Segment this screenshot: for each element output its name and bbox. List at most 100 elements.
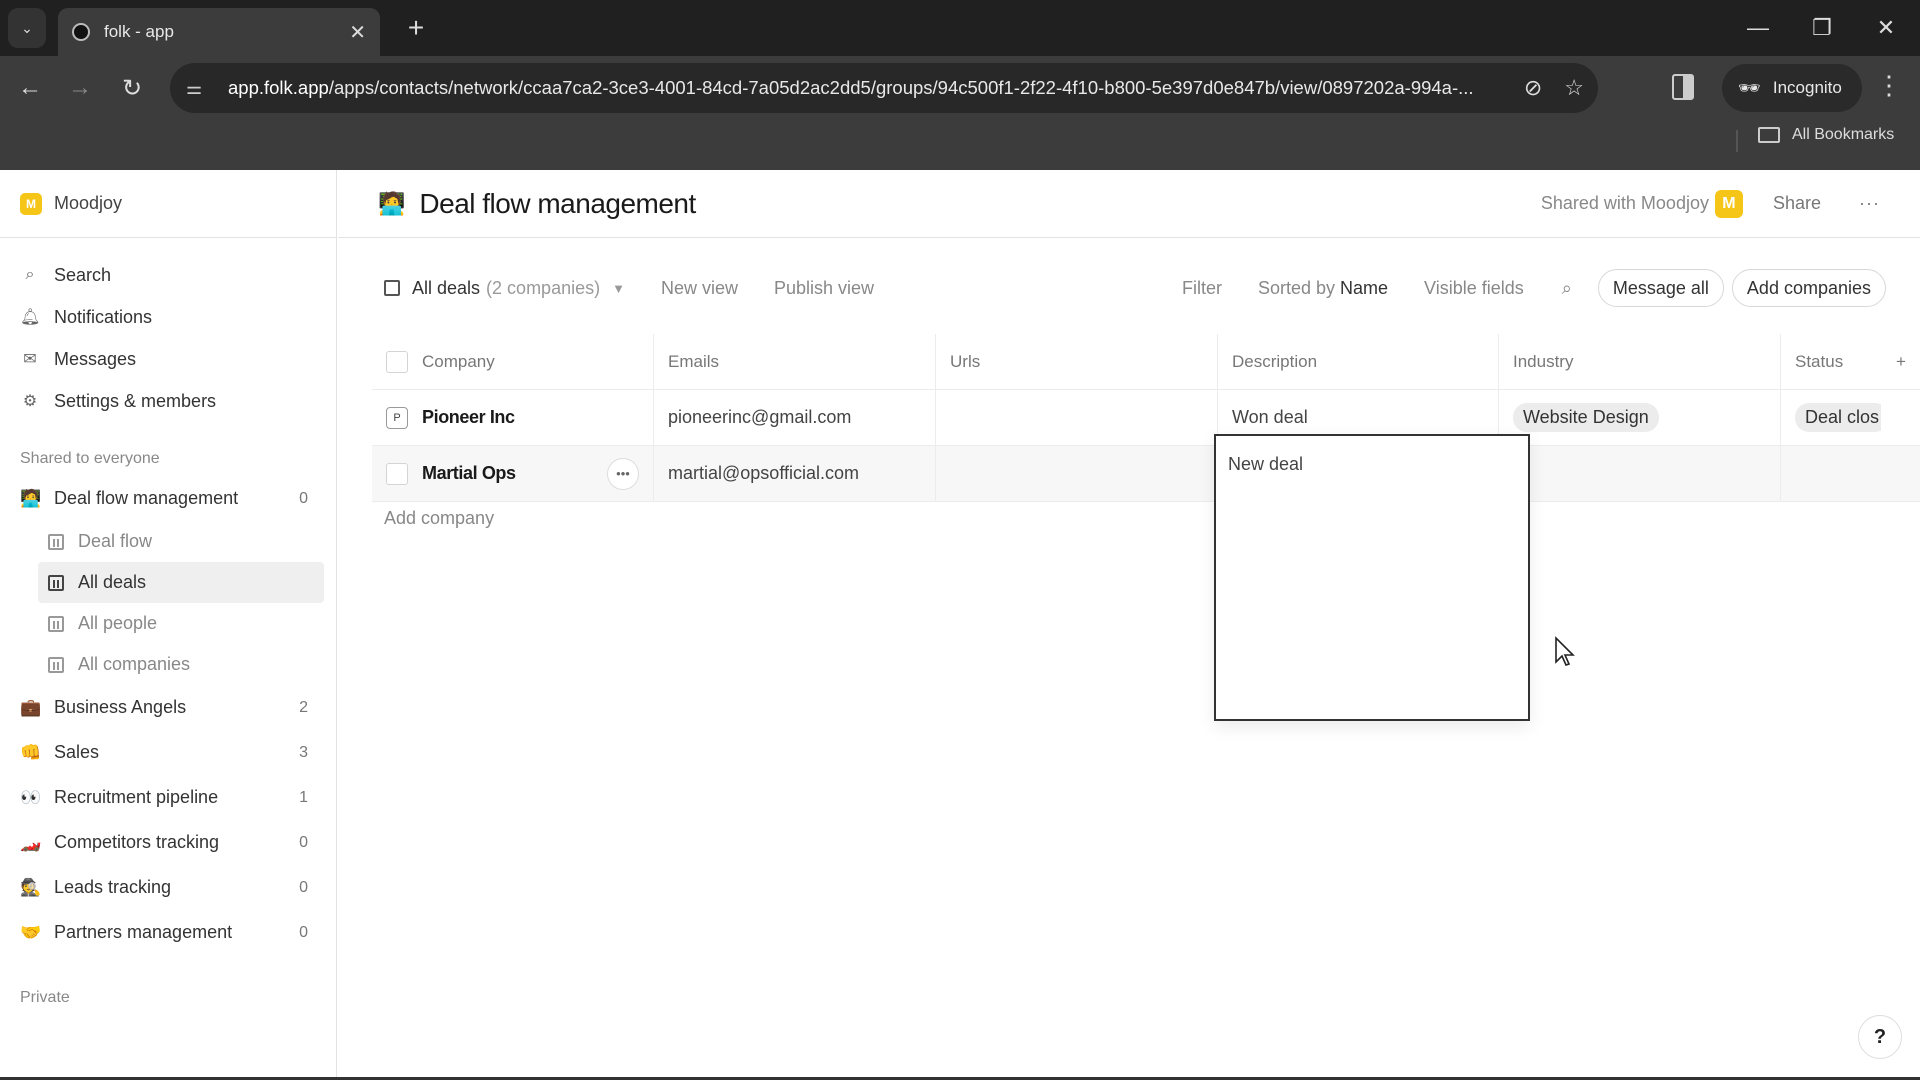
forward-button[interactable]: → (60, 68, 100, 108)
view-all-people[interactable]: All people (38, 603, 324, 644)
table-view-icon (48, 615, 64, 632)
group-deal-flow-management[interactable]: 🧑‍💻 Deal flow management 0 (0, 476, 336, 521)
column-header-urls[interactable]: Urls (936, 334, 1218, 389)
cell-url[interactable] (936, 446, 1218, 501)
sort-button[interactable]: Sorted by Name (1258, 278, 1388, 299)
add-column-button[interactable]: + (1881, 334, 1920, 389)
visible-fields-button[interactable]: Visible fields (1424, 278, 1524, 299)
column-label: Industry (1513, 351, 1574, 371)
restore-button[interactable]: ❐ (1802, 10, 1842, 46)
sidebar-item-label: Notifications (54, 306, 153, 327)
new-tab-button[interactable]: + (398, 10, 434, 46)
browser-tab[interactable]: folk - app ✕ (58, 8, 380, 56)
more-options-button[interactable]: ··· (1859, 193, 1880, 214)
view-deal-flow[interactable]: Deal flow (38, 521, 324, 562)
reload-button[interactable]: ↻ (112, 68, 152, 108)
tab-search-button[interactable]: ⌄ (8, 8, 46, 48)
table-row[interactable]: P Pioneer Inc pioneerinc@gmail.com Won de… (372, 390, 1920, 446)
search-icon[interactable]: ⌕ (1562, 278, 1572, 299)
tab-strip: ⌄ folk - app ✕ + — ❐ ✕ (0, 0, 1920, 56)
cell-email[interactable]: pioneerinc@gmail.com (654, 390, 936, 445)
sidebar-item-settings[interactable]: ⚙ Settings & members (0, 380, 336, 422)
cell-status[interactable] (1781, 446, 1881, 501)
sort-prefix: Sorted by (1257, 277, 1336, 298)
group-business-angels[interactable]: 💼 Business Angels 2 (0, 685, 336, 730)
sidebar-item-notifications[interactable]: 🔔︎ Notifications (0, 296, 336, 338)
site-info-icon[interactable]: ⚌ (186, 78, 216, 99)
row-checkbox[interactable] (386, 462, 408, 485)
column-header-company[interactable]: Company (372, 334, 654, 389)
add-company-button[interactable]: Add company (384, 508, 494, 529)
side-panel-icon[interactable] (1672, 74, 1694, 100)
view-label: All deals (78, 572, 147, 592)
group-competitors-tracking[interactable]: 🏎️ Competitors tracking 0 (0, 820, 336, 865)
shared-section-label: Shared to everyone (20, 450, 160, 467)
share-button[interactable]: Share (1773, 193, 1821, 214)
close-window-button[interactable]: ✕ (1866, 10, 1906, 46)
description-editor[interactable]: New deal (1214, 434, 1530, 721)
eye-off-icon[interactable]: ⊘ (1524, 75, 1542, 101)
tab-title: folk - app (104, 22, 174, 41)
filter-button[interactable]: Filter (1182, 278, 1222, 299)
url-path: /apps/contacts/network/ccaa7ca2-3ce3-400… (328, 77, 1474, 98)
sidebar-item-label: Messages (54, 348, 137, 369)
column-label: Urls (950, 351, 981, 371)
company-name[interactable]: Pioneer Inc (422, 407, 639, 428)
message-all-button[interactable]: Message all (1597, 269, 1724, 307)
sidebar-item-search[interactable]: ⌕ Search (0, 254, 336, 296)
incognito-badge[interactable]: 🕶 Incognito (1722, 64, 1862, 112)
add-companies-button[interactable]: Add companies (1731, 269, 1886, 307)
sidebar: M Moodjoy ⌕ Search 🔔︎ Notifications ✉ Messa… (0, 170, 337, 1080)
cell-email[interactable]: martial@opsofficial.com (654, 446, 936, 501)
column-header-description[interactable]: Description (1218, 334, 1499, 389)
browser-menu-icon[interactable]: ⋮ (1876, 70, 1902, 101)
group-leads-tracking[interactable]: 🕵️ Leads tracking 0 (0, 865, 336, 910)
all-bookmarks-button[interactable]: All Bookmarks (1758, 126, 1894, 144)
group-count: 3 (299, 743, 308, 761)
help-button[interactable]: ? (1858, 1015, 1902, 1059)
minimize-button[interactable]: — (1738, 10, 1778, 46)
column-header-status[interactable]: Status (1781, 334, 1881, 389)
group-emoji-icon: 🧑‍💻 (378, 190, 406, 216)
address-bar[interactable]: ⚌ app.folk.app/apps/contacts/network/cca… (170, 63, 1598, 113)
group-count: 0 (299, 878, 308, 896)
view-all-companies[interactable]: All companies (38, 644, 324, 685)
bookmarks-divider (1736, 130, 1738, 152)
group-sales[interactable]: 👊 Sales 3 (0, 730, 336, 775)
view-toolbar: All deals (2 companies) ▼ New view Publi… (338, 238, 1920, 338)
shared-with-indicator[interactable]: Shared with Moodjoy M (1541, 189, 1743, 218)
group-count: 0 (299, 923, 308, 941)
column-label: Emails (668, 351, 720, 371)
incognito-label: Incognito (1772, 78, 1842, 97)
company-name[interactable]: Martial Ops (422, 463, 607, 484)
workspace-switcher[interactable]: M Moodjoy (0, 170, 336, 238)
cell-company[interactable]: P Pioneer Inc (372, 390, 654, 445)
table-row[interactable]: Martial Ops ••• martial@opsofficial.com (372, 446, 1920, 502)
back-button[interactable]: ← (10, 68, 50, 108)
view-selector[interactable]: All deals (2 companies) ▼ (384, 278, 625, 299)
cell-industry[interactable]: Website Design (1499, 390, 1781, 445)
star-icon[interactable]: ☆ (1564, 75, 1584, 101)
technologist-emoji-icon: 🧑‍💻 (20, 488, 42, 508)
url-text[interactable]: app.folk.app/apps/contacts/network/ccaa7… (228, 77, 1502, 99)
select-all-checkbox[interactable] (386, 350, 408, 373)
group-partners-management[interactable]: 🤝 Partners management 0 (0, 910, 336, 955)
group-name: Recruitment pipeline (54, 787, 219, 807)
page-header: 🧑‍💻 Deal flow management Shared with Moo… (338, 170, 1920, 238)
cell-company[interactable]: Martial Ops ••• (372, 446, 654, 501)
cell-status[interactable]: Deal clos (1781, 390, 1881, 445)
workspace-avatar: M (20, 192, 42, 215)
group-recruitment-pipeline[interactable]: 👀 Recruitment pipeline 1 (0, 775, 336, 820)
private-section-label: Private (20, 989, 70, 1006)
column-header-industry[interactable]: Industry (1499, 334, 1781, 389)
view-all-deals[interactable]: All deals (38, 562, 324, 603)
column-header-emails[interactable]: Emails (654, 334, 936, 389)
group-name: Leads tracking (54, 877, 172, 897)
new-view-button[interactable]: New view (661, 278, 738, 299)
sidebar-item-messages[interactable]: ✉ Messages (0, 338, 336, 380)
publish-view-button[interactable]: Publish view (774, 278, 874, 299)
row-more-options-button[interactable]: ••• (607, 457, 639, 490)
cell-industry[interactable] (1499, 446, 1781, 501)
cell-url[interactable] (936, 390, 1218, 445)
close-tab-icon[interactable]: ✕ (349, 20, 366, 45)
